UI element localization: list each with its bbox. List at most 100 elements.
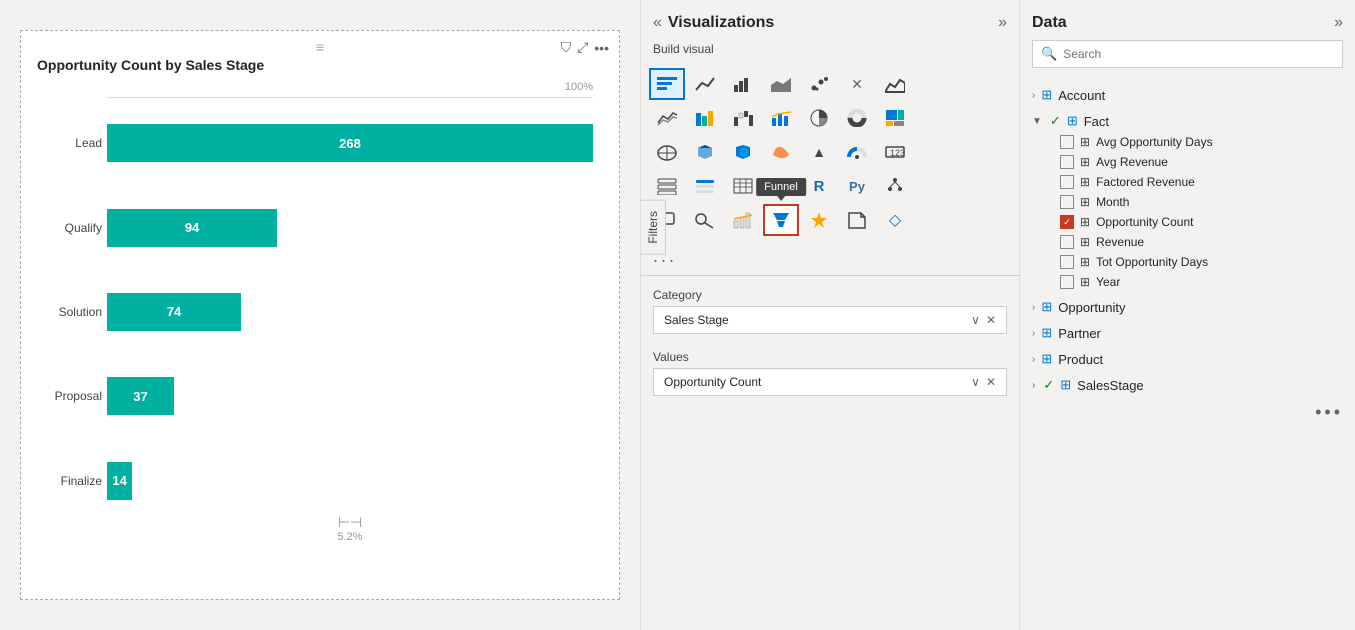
treemap-icon[interactable] xyxy=(877,102,913,134)
bar-fill[interactable]: 74 xyxy=(107,293,241,331)
viz-header: « Visualizations » xyxy=(641,0,1019,38)
smart-narrative-icon[interactable] xyxy=(801,204,837,236)
multirow-card-icon[interactable] xyxy=(649,170,685,202)
waterfall-icon[interactable] xyxy=(725,102,761,134)
line-chart-icon[interactable] xyxy=(687,68,723,100)
item-checkbox[interactable]: ✓ xyxy=(1060,215,1074,229)
funnel-row: Proposal37 xyxy=(107,370,593,422)
values-clear-icon[interactable]: ✕ xyxy=(986,375,996,389)
filter-icon[interactable]: ⛉ xyxy=(561,39,572,56)
table-icon[interactable] xyxy=(725,170,761,202)
item-label: Factored Revenue xyxy=(1096,175,1195,189)
bar-label: Lead xyxy=(37,136,102,150)
more-options-dots[interactable]: ... xyxy=(641,242,1019,271)
item-checkbox[interactable] xyxy=(1060,175,1074,189)
chart-header-icons: ⛉ ⤢ ••• xyxy=(561,39,609,56)
more-options-icon[interactable]: ••• xyxy=(594,40,609,56)
kpi-icon[interactable] xyxy=(725,204,761,236)
funnel-chart-icon[interactable]: Funnel xyxy=(763,204,799,236)
area-chart2-icon[interactable] xyxy=(877,68,913,100)
data-expand-icon[interactable]: » xyxy=(1334,14,1343,32)
tree-group-header-account[interactable]: ›⊞Account xyxy=(1032,84,1343,106)
expand-chevron-icon: › xyxy=(1032,328,1035,339)
area-chart-icon[interactable] xyxy=(763,68,799,100)
ribbon-chart-icon[interactable] xyxy=(687,102,723,134)
expand-chevron-icon: › xyxy=(1032,354,1035,365)
tree-item[interactable]: ⊞ Avg Opportunity Days xyxy=(1056,132,1343,152)
tree-group-header-partner[interactable]: ›⊞Partner xyxy=(1032,322,1343,344)
item-label: Avg Opportunity Days xyxy=(1096,135,1213,149)
tree-item[interactable]: ⊞Avg Revenue xyxy=(1056,152,1343,172)
filled-map-icon[interactable] xyxy=(687,136,723,168)
close-icon-1[interactable]: ✕ xyxy=(839,68,875,100)
arrow-up-icon[interactable]: ▲ xyxy=(801,136,837,168)
viz-collapse-icon[interactable]: « xyxy=(653,14,662,32)
tree-item[interactable]: ✓⊞Opportunity Count xyxy=(1056,212,1343,232)
donut-icon[interactable] xyxy=(839,102,875,134)
item-checkbox[interactable] xyxy=(1060,195,1074,209)
decomp-tree-icon[interactable] xyxy=(877,170,913,202)
tree-item[interactable]: ⊞Factored Revenue xyxy=(1056,172,1343,192)
key-influencers-icon[interactable] xyxy=(687,204,723,236)
gauge-icon[interactable] xyxy=(839,136,875,168)
scatter-chart-icon[interactable] xyxy=(801,68,837,100)
icon-row-4: R Py xyxy=(649,170,1011,202)
values-dropdown-chevron[interactable]: ∨ xyxy=(971,375,980,389)
tree-group-header-salesstage[interactable]: ›✓⊞SalesStage xyxy=(1032,374,1343,396)
data-tree: ›⊞Account ▼✓⊞Fact ⊞ Avg Opportunity Days ⊞Av… xyxy=(1020,78,1355,630)
r-visual-icon[interactable]: R xyxy=(801,170,837,202)
values-dropdown[interactable]: Opportunity Count ∨ ✕ xyxy=(653,368,1007,396)
tree-group-header-fact[interactable]: ▼✓⊞Fact xyxy=(1032,110,1343,132)
chart-container: ≡ ⛉ ⤢ ••• Opportunity Count by Sales Sta… xyxy=(20,30,620,600)
tree-item[interactable]: ⊞Tot Opportunity Days xyxy=(1056,252,1343,272)
chart-bottom-scale: ⊢⊣ 5.2% xyxy=(107,514,593,543)
azure-map-icon[interactable]: 🌐 xyxy=(725,136,761,168)
shape-map-icon[interactable] xyxy=(763,136,799,168)
slicer-icon[interactable] xyxy=(687,170,723,202)
bar-fill[interactable]: 94 xyxy=(107,209,277,247)
python-icon[interactable]: Py xyxy=(839,170,875,202)
map-icon[interactable] xyxy=(649,136,685,168)
tree-group-header-opportunity[interactable]: ›⊞Opportunity xyxy=(1032,296,1343,318)
measure-icon: ⊞ xyxy=(1080,275,1090,289)
data-more-dots[interactable]: ••• xyxy=(1020,398,1355,427)
item-checkbox[interactable] xyxy=(1060,155,1074,169)
line-area-icon[interactable] xyxy=(649,102,685,134)
viz-expand-icon[interactable]: » xyxy=(998,14,1007,32)
paginated-icon[interactable] xyxy=(839,204,875,236)
stacked-bar-icon[interactable] xyxy=(649,68,685,100)
filters-tab[interactable]: Filters xyxy=(641,200,666,255)
item-checkbox[interactable] xyxy=(1060,275,1074,289)
search-input[interactable] xyxy=(1063,47,1334,61)
clustered-bar-icon[interactable] xyxy=(725,68,761,100)
bar-fill[interactable]: 37 xyxy=(107,377,174,415)
table-icon: ⊞ xyxy=(1041,325,1052,341)
bar-fill[interactable]: 14 xyxy=(107,462,132,500)
custom-visual-icon[interactable]: ◇ xyxy=(877,204,913,236)
combo-chart-icon[interactable] xyxy=(763,102,799,134)
category-dropdown-chevron[interactable]: ∨ xyxy=(971,313,980,327)
item-checkbox[interactable] xyxy=(1060,135,1074,149)
item-checkbox[interactable] xyxy=(1060,235,1074,249)
tree-group-header-product[interactable]: ›⊞Product xyxy=(1032,348,1343,370)
expand-icon[interactable]: ⤢ xyxy=(577,39,588,56)
chart-100-label: 100% xyxy=(565,81,593,93)
category-dropdown[interactable]: Sales Stage ∨ ✕ xyxy=(653,306,1007,334)
values-dropdown-actions: ∨ ✕ xyxy=(971,375,996,389)
item-checkbox[interactable] xyxy=(1060,255,1074,269)
icon-row-5: Funnel ◇ xyxy=(649,204,1011,236)
funnel-row: Qualify94 xyxy=(107,202,593,254)
card-icon[interactable]: 123 xyxy=(877,136,913,168)
tree-group: ›⊞Account xyxy=(1020,82,1355,108)
category-clear-icon[interactable]: ✕ xyxy=(986,313,996,327)
pie-icon[interactable] xyxy=(801,102,837,134)
search-icon: 🔍 xyxy=(1041,46,1057,62)
measure-icon: ⊞ xyxy=(1080,235,1090,249)
measure-icon: ⊞ xyxy=(1080,135,1090,149)
expand-chevron-icon: › xyxy=(1032,90,1035,101)
tree-item[interactable]: ⊞Year xyxy=(1056,272,1343,292)
tree-item[interactable]: ⊞Revenue xyxy=(1056,232,1343,252)
bar-fill[interactable]: 268 xyxy=(107,124,593,162)
matrix-icon[interactable] xyxy=(763,170,799,202)
tree-item[interactable]: ⊞Month xyxy=(1056,192,1343,212)
